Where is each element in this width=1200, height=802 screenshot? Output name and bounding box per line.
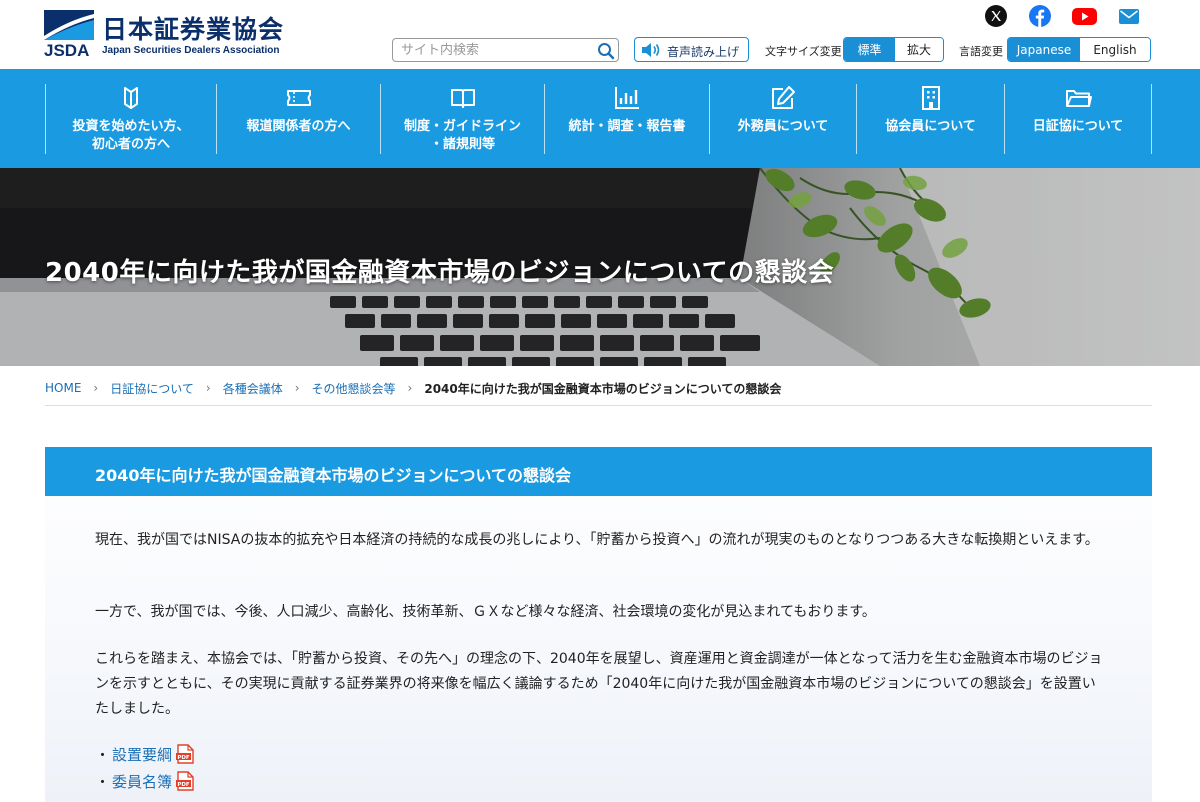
font-size-standard-button[interactable]: 標準 xyxy=(844,38,895,61)
breadcrumb: HOME › 日証協について › 各種会議体 › その他懇談会等 › 2040年… xyxy=(45,380,781,396)
nav-item-members[interactable]: 協会員について xyxy=(857,84,1004,154)
breadcrumb-committees[interactable]: 各種会議体 xyxy=(223,380,283,397)
nav-item-label: 統計・調査・報告書 xyxy=(568,119,686,134)
breadcrumb-other-councils[interactable]: その他懇談会等 xyxy=(312,380,396,397)
logo-japanese-text: 日本証券業協会 xyxy=(102,15,285,44)
folder-icon xyxy=(1066,90,1092,107)
nav-item-rules[interactable]: 制度・ガイドライン ・諸規則等 xyxy=(381,84,544,154)
mail-icon[interactable] xyxy=(1118,5,1140,27)
nav-item-about[interactable]: 日証協について xyxy=(1005,84,1151,154)
svg-text:PDF: PDF xyxy=(177,782,190,788)
breadcrumb-divider xyxy=(45,405,1152,406)
breadcrumb-about[interactable]: 日証協について xyxy=(110,380,194,397)
chevron-right-icon: › xyxy=(93,381,99,395)
breadcrumb-current: 2040年に向けた我が国金融資本市場のビジョンについての懇談会 xyxy=(424,381,782,396)
nav-item-label: 外務員について xyxy=(737,119,829,134)
hero-banner: 2040年に向けた我が国金融資本市場のビジョンについての懇談会 xyxy=(0,168,1200,366)
logo-abbreviation: JSDA xyxy=(44,41,90,60)
establishment-outline-link[interactable]: 設置要綱 xyxy=(112,744,172,765)
nav-divider xyxy=(1151,84,1152,154)
nav-item-label: 制度・ガイドライン ・諸規則等 xyxy=(403,119,521,152)
jsda-logo-mark-icon xyxy=(44,10,94,40)
bar-chart-icon xyxy=(615,87,639,109)
youtube-icon[interactable] xyxy=(1072,5,1097,27)
bullet: ・ xyxy=(95,772,111,791)
open-book-icon xyxy=(450,89,475,108)
nav-item-sales-reps[interactable]: 外務員について xyxy=(710,84,856,154)
section-heading-bar: 2040年に向けた我が国金融資本市場のビジョンについての懇談会 xyxy=(45,447,1152,496)
x-icon[interactable] xyxy=(985,5,1007,27)
svg-text:PDF: PDF xyxy=(177,755,190,761)
nav-item-label: 投資を始めたい方、 初心者の方へ xyxy=(72,119,190,152)
intro-paragraph-3: これらを踏まえ、本協会では、「貯蓄から投資、その先へ」の理念の下、2040年を展… xyxy=(95,651,1103,717)
list-item: ・ 委員名簿 PDF xyxy=(95,770,194,792)
intro-paragraph-2: 一方で、我が国では、今後、人口減少、高齢化、技術革新、ＧＸなど様々な経済、社会環… xyxy=(95,604,876,620)
nav-item-beginners[interactable]: 投資を始めたい方、 初心者の方へ xyxy=(46,84,216,154)
jsda-logo[interactable]: 日本証券業協会 JSDA Japan Securities Dealers As… xyxy=(44,10,284,62)
nav-item-label: 日証協について xyxy=(1032,119,1124,134)
speaker-icon xyxy=(642,43,660,57)
chevron-right-icon: › xyxy=(294,381,300,395)
building-icon xyxy=(921,86,940,110)
language-switch: Japanese English xyxy=(1007,37,1151,62)
font-size-label: 文字サイズ変更 xyxy=(765,45,842,58)
breadcrumb-home[interactable]: HOME xyxy=(45,381,81,395)
pdf-icon[interactable]: PDF xyxy=(176,771,194,791)
font-size-large-button[interactable]: 拡大 xyxy=(894,38,943,61)
site-header: 日本証券業協会 JSDA Japan Securities Dealers As… xyxy=(0,0,1200,69)
pencil-square-icon xyxy=(772,86,795,109)
facebook-icon[interactable] xyxy=(1029,5,1051,27)
language-label: 言語変更 xyxy=(959,45,1003,58)
intro-paragraph-1: 現在、我が国ではNISAの抜本的拡充や日本経済の持続的な成長の兆しにより、「貯蓄… xyxy=(95,532,1099,548)
ticket-icon xyxy=(286,90,311,106)
language-english-button[interactable]: English xyxy=(1079,38,1150,61)
text-to-speech-label: 音声読み上げ xyxy=(667,45,740,59)
nav-item-label: 報道関係者の方へ xyxy=(246,119,351,134)
list-item: ・ 設置要綱 PDF xyxy=(95,743,194,765)
site-search xyxy=(392,38,619,62)
hero-title: 2040年に向けた我が国金融資本市場のビジョンについての懇談会 xyxy=(45,258,835,288)
nav-item-press[interactable]: 報道関係者の方へ xyxy=(217,84,380,154)
pdf-icon[interactable]: PDF xyxy=(176,744,194,764)
section-title: 2040年に向けた我が国金融資本市場のビジョンについての懇談会 xyxy=(95,466,572,485)
book-icon xyxy=(124,87,138,109)
font-size-switch: 標準 拡大 xyxy=(843,37,944,62)
language-japanese-button[interactable]: Japanese xyxy=(1008,38,1080,61)
global-nav: 投資を始めたい方、 初心者の方へ 報道関係者の方へ 制度・ガイドライン ・諸規則… xyxy=(0,69,1200,168)
member-list-link[interactable]: 委員名簿 xyxy=(112,771,172,792)
chevron-right-icon: › xyxy=(205,381,211,395)
search-icon[interactable] xyxy=(596,41,616,61)
search-input[interactable] xyxy=(401,41,591,59)
text-to-speech-button[interactable]: 音声読み上げ xyxy=(634,37,749,62)
bullet: ・ xyxy=(95,745,111,764)
nav-item-statistics[interactable]: 統計・調査・報告書 xyxy=(545,84,709,154)
chevron-right-icon: › xyxy=(407,381,413,395)
logo-english-text: Japan Securities Dealers Association xyxy=(102,45,280,56)
nav-item-label: 協会員について xyxy=(885,119,976,134)
